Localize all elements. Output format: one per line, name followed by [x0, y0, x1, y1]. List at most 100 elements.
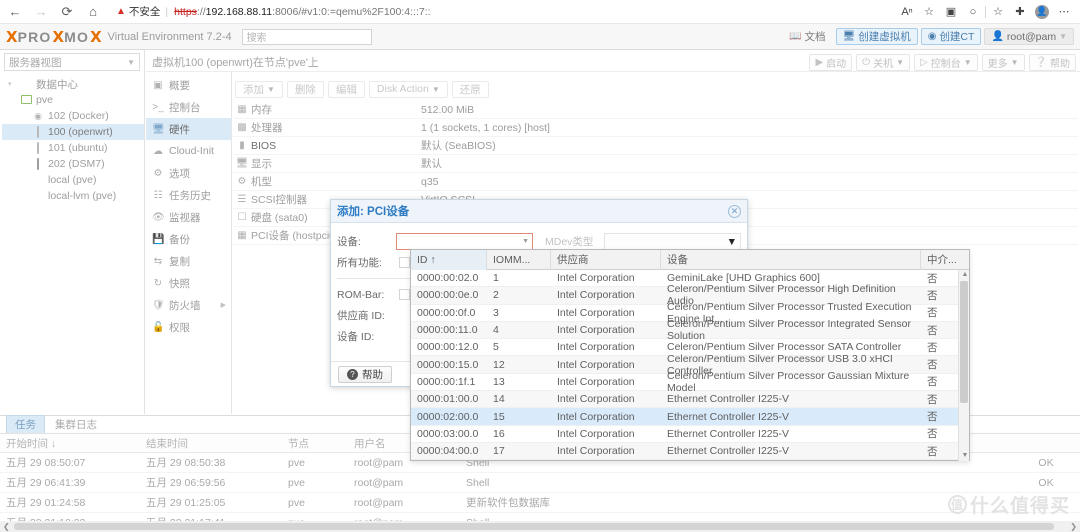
tree-item-202-dsm7[interactable]: 202 (DSM7) — [2, 156, 144, 172]
scroll-down-icon[interactable]: ▼ — [961, 452, 969, 460]
scroll-left-icon[interactable]: ❮ — [3, 522, 10, 531]
address-bar[interactable]: ▲ 不安全 | https :// 192.168.88.11 :8006/#v… — [112, 2, 889, 21]
log-row[interactable]: 五月 29 01:24:58 五月 29 01:25:05 pve root@p… — [0, 493, 1080, 513]
pci-grid-body: 0000:00:02.0 1 Intel Corporation GeminiL… — [411, 270, 969, 461]
browser-essentials-icon[interactable]: ✚ — [1010, 2, 1030, 22]
vm-nav-label: 硬件 — [169, 123, 190, 136]
vm-nav-hardware[interactable]: 🖥 硬件 — [146, 118, 231, 140]
documentation-button[interactable]: 📖 文档 — [782, 28, 832, 45]
add-favorite-icon[interactable]: ☆ — [919, 2, 939, 22]
vm-nav-permissions[interactable]: 🔓 权限 — [146, 316, 231, 338]
chevron-down-icon: ▼ — [267, 84, 275, 94]
tree-item-101-ubuntu[interactable]: 101 (ubuntu) — [2, 140, 144, 156]
pci-column-device[interactable]: 设备 — [661, 249, 921, 270]
pci-grid-row[interactable]: 0000:00:1f.1 13 Intel Corporation Celero… — [411, 370, 969, 394]
pci-grid-row[interactable]: 0000:01:00.0 14 Intel Corporation Ethern… — [411, 391, 969, 409]
collections-icon[interactable]: ▣ — [941, 2, 961, 22]
pve-header: X PRO X MO X Virtual Environment 7.2-4 搜… — [0, 24, 1080, 50]
pci-device: Celeron/Pentium Silver Processor SATA Co… — [667, 341, 902, 354]
rom-bar-checkbox[interactable] — [399, 289, 410, 300]
pci-column-id[interactable]: ID ↑ — [411, 249, 487, 270]
column-start-time[interactable]: 开始时间 ↓ — [0, 436, 140, 451]
vm-nav-snapshots[interactable]: ↻ 快照 — [146, 272, 231, 294]
revert-button[interactable]: 还原 — [451, 80, 489, 98]
back-button[interactable]: ← — [4, 2, 26, 22]
column-node[interactable]: 节点 — [282, 436, 348, 451]
copilot-icon[interactable]: ○ — [963, 2, 983, 22]
create-vm-button[interactable]: 🖥 创建虚拟机 — [835, 28, 918, 45]
read-aloud-icon[interactable]: Aⁿ — [897, 2, 917, 22]
log-row[interactable]: 五月 29 06:41:39 五月 29 06:59:56 pve root@p… — [0, 473, 1080, 493]
tree-item-datacenter[interactable]: ▾ 数据中心 — [2, 76, 144, 92]
dialog-help-button[interactable]: ? 帮助 — [338, 365, 392, 383]
search-input[interactable]: 搜索 — [241, 28, 372, 45]
tree-item-local-lvm-pve[interactable]: local-lvm (pve) — [2, 188, 144, 204]
vm-nav-console[interactable]: >_ 控制台 — [146, 96, 231, 118]
edit-hardware-button[interactable]: 编辑 — [327, 80, 365, 98]
close-icon[interactable]: ✕ — [728, 204, 741, 218]
pci-grid-row[interactable]: 0000:04:00.0 17 Intel Corporation Ethern… — [411, 442, 969, 461]
forward-button[interactable]: → — [30, 2, 52, 22]
start-button[interactable]: ▶ 启动 — [809, 53, 853, 71]
logo-pro: PRO — [17, 28, 52, 45]
vendor-id-label: 供应商 ID: — [337, 310, 385, 322]
scroll-thumb[interactable] — [14, 523, 1054, 530]
vm-nav-replication[interactable]: ⇆ 复制 — [146, 250, 231, 272]
expander-icon[interactable]: ▾ — [8, 80, 16, 88]
hardware-row-processors[interactable]: ▩ 处理器 1 (1 sockets, 1 cores) [host] — [233, 119, 1078, 137]
vm-nav-cloudinit[interactable]: ☁ Cloud-Init — [146, 140, 231, 162]
shutdown-button[interactable]: ⏻ 关机 ▼ — [856, 53, 910, 71]
tree-item-local-pve[interactable]: local (pve) — [2, 172, 144, 188]
tree-item-pve[interactable]: pve — [2, 92, 144, 108]
horizontal-scrollbar[interactable]: ❮ ❯ — [0, 521, 1080, 532]
pci-column-iommu[interactable]: IOMM... — [487, 249, 551, 270]
tree-item-102-docker[interactable]: ◉ 102 (Docker) — [2, 108, 144, 124]
hardware-row-bios[interactable]: ▮ BIOS 默认 (SeaBIOS) — [233, 137, 1078, 155]
more-button[interactable]: 更多 ▼ — [981, 53, 1025, 71]
chevron-down-icon: ▼ — [896, 57, 904, 67]
remove-hardware-button[interactable]: 删除 — [286, 80, 324, 98]
vm-nav-backup[interactable]: 💾 备份 — [146, 228, 231, 250]
profile-icon[interactable]: 👤 — [1032, 2, 1052, 22]
console-button[interactable]: ▷ 控制台 ▼ — [914, 53, 978, 71]
tab-cluster-log[interactable]: 集群日志 — [47, 416, 105, 433]
server-view-selector[interactable]: 服务器视图 ▼ — [4, 53, 140, 71]
device-select[interactable]: ▼ — [395, 233, 533, 250]
hardware-row-display[interactable]: 🖥 显示 默认 — [233, 155, 1078, 173]
home-button[interactable]: ⌂ — [82, 2, 104, 22]
pci-grid-row[interactable]: 0000:03:00.0 16 Intel Corporation Ethern… — [411, 426, 969, 443]
hardware-row-memory[interactable]: ▦ 内存 512.00 MiB — [233, 101, 1078, 119]
pci-grid-row[interactable]: 0000:00:11.0 4 Intel Corporation Celeron… — [411, 318, 969, 342]
all-functions-checkbox[interactable] — [399, 257, 410, 268]
vm-nav-task-history[interactable]: ☷ 任务历史 — [146, 184, 231, 206]
vm-nav-monitor[interactable]: 👁 监视器 — [146, 206, 231, 228]
create-ct-button[interactable]: ◉ 创建CT — [920, 28, 982, 45]
pci-grid-vertical-scrollbar[interactable]: ▲ ▼ — [958, 270, 969, 461]
settings-more-icon[interactable]: ⋯ — [1054, 2, 1074, 22]
column-end-time[interactable]: 结束时间 — [140, 436, 282, 451]
disk-action-button[interactable]: Disk Action ▼ — [368, 80, 448, 98]
tab-tasks[interactable]: 任务 — [6, 415, 45, 433]
pci-column-vendor[interactable]: 供应商 — [551, 249, 661, 270]
log-start-time: 五月 29 01:24:58 — [6, 497, 86, 509]
pci-grid-row-selected[interactable]: 0000:02:00.0 15 Intel Corporation Ethern… — [411, 408, 969, 426]
vm-nav-options[interactable]: ⚙ 选项 — [146, 162, 231, 184]
favorites-icon[interactable]: ☆ — [988, 2, 1008, 22]
vm-nav-summary[interactable]: ▣ 概要 — [146, 74, 231, 96]
user-menu-button[interactable]: 👤 root@pam ▼ — [984, 28, 1074, 45]
add-hardware-button[interactable]: 添加 ▼ — [235, 80, 283, 98]
pci-iommu: 3 — [493, 306, 499, 319]
mdev-select[interactable]: ▼ — [603, 233, 741, 250]
pci-column-mediated[interactable]: 中介... — [921, 250, 969, 270]
reload-button[interactable]: ⟳ — [56, 2, 78, 22]
vm-nav-menu: ▣ 概要 >_ 控制台 🖥 硬件 ☁ Cloud-Init ⚙ 选项 ☷ 任务历… — [146, 72, 232, 414]
hardware-row-machine[interactable]: ⚙ 机型 q35 — [233, 173, 1078, 191]
scroll-up-icon[interactable]: ▲ — [961, 271, 969, 279]
scroll-thumb[interactable] — [960, 281, 968, 403]
scroll-right-icon[interactable]: ❯ — [1070, 522, 1077, 531]
help-button[interactable]: ❔ 帮助 — [1028, 53, 1076, 71]
tree-item-100-openwrt[interactable]: 100 (openwrt) — [2, 124, 144, 140]
vm-nav-firewall[interactable]: 🛡 防火墙 ▶ — [146, 294, 231, 316]
pci-id: 0000:00:11.0 — [417, 324, 478, 337]
chevron-down-icon: ▼ — [963, 57, 972, 67]
